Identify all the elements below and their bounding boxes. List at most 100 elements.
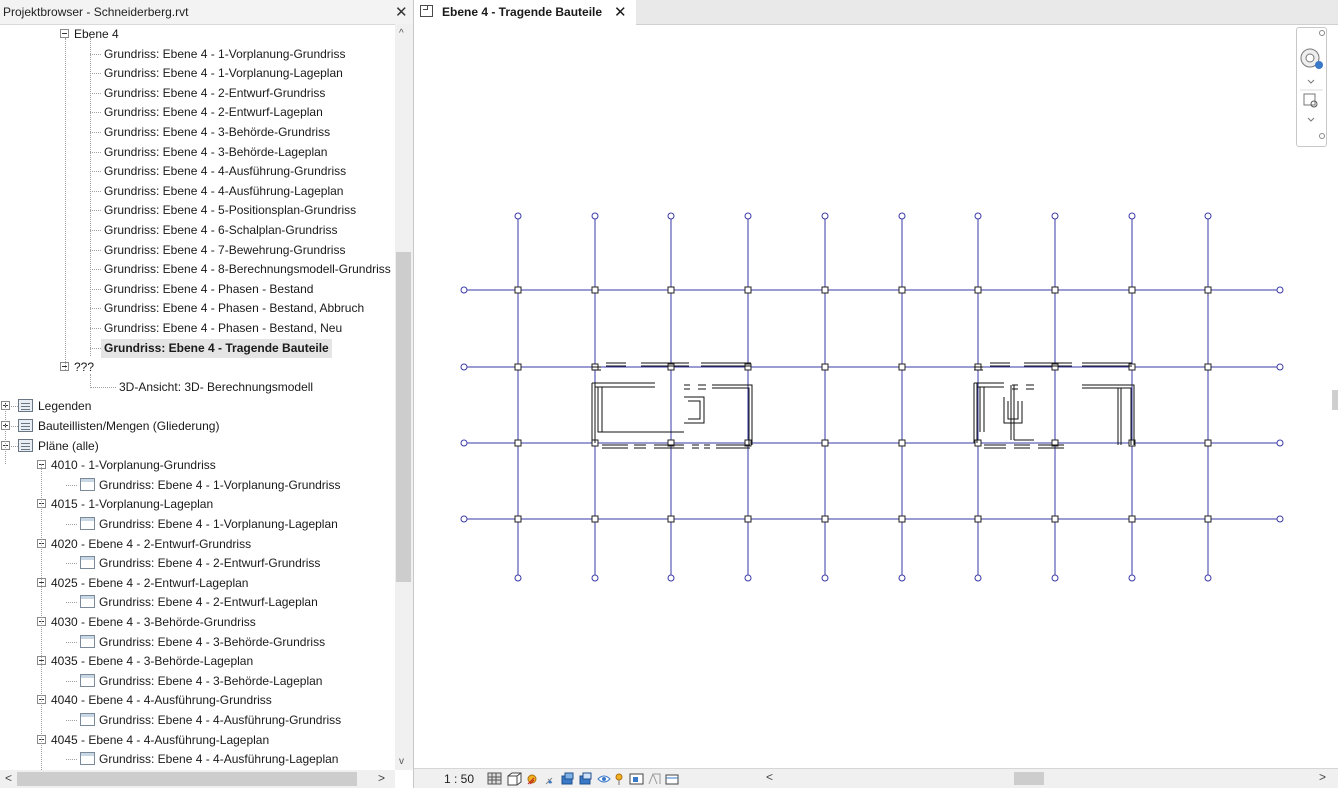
- wall[interactable]: [684, 396, 705, 424]
- grid-bubble[interactable]: [1051, 212, 1059, 220]
- tree-item[interactable]: Grundriss: Ebene 4 - Phasen - Bestand: [0, 280, 395, 299]
- tree-item[interactable]: Grundriss: Ebene 4 - 2-Entwurf-Grundriss: [0, 84, 395, 103]
- tree-item[interactable]: Grundriss: Ebene 4 - 4-Ausführung-Grundr…: [0, 711, 395, 730]
- tree-item[interactable]: Pläne (alle): [0, 437, 395, 456]
- crop-view-icon[interactable]: [561, 772, 574, 785]
- column[interactable]: [591, 286, 599, 294]
- grid-bubble[interactable]: [460, 439, 468, 447]
- canvas-horizontal-scroll-thumb[interactable]: [1014, 772, 1044, 785]
- grid-bubble[interactable]: [744, 574, 752, 582]
- wall[interactable]: [1082, 384, 1135, 445]
- wall[interactable]: [1003, 397, 1023, 424]
- status-scroll-left-icon[interactable]: <: [766, 770, 773, 784]
- tree-item[interactable]: 4025 - Ebene 4 - 2-Entwurf-Lageplan: [0, 574, 395, 593]
- tree-item[interactable]: Grundriss: Ebene 4 - 4-Ausführung-Lagepl…: [0, 750, 395, 769]
- scroll-right-icon[interactable]: >: [378, 771, 385, 785]
- column[interactable]: [898, 363, 906, 371]
- column[interactable]: [514, 515, 522, 523]
- wall[interactable]: [591, 382, 655, 443]
- grid-bubble[interactable]: [667, 574, 675, 582]
- grid-bubble[interactable]: [1051, 574, 1059, 582]
- grid-bubble[interactable]: [974, 574, 982, 582]
- column[interactable]: [1128, 286, 1136, 294]
- tree-item[interactable]: 4040 - Ebene 4 - 4-Ausführung-Grundriss: [0, 691, 395, 710]
- browser-horizontal-scrollbar[interactable]: < >: [0, 770, 395, 788]
- tree-item[interactable]: 4045 - Ebene 4 - 4-Ausführung-Lageplan: [0, 731, 395, 750]
- tree-item[interactable]: Grundriss: Ebene 4 - 1-Vorplanung-Grundr…: [0, 476, 395, 495]
- grid-bubble[interactable]: [1128, 212, 1136, 220]
- tree-item[interactable]: Grundriss: Ebene 4 - 1-Vorplanung-Lagepl…: [0, 515, 395, 534]
- column[interactable]: [1204, 363, 1212, 371]
- tree-item[interactable]: Grundriss: Ebene 4 - 2-Entwurf-Lageplan: [0, 103, 395, 122]
- grid-bubble[interactable]: [1276, 515, 1284, 523]
- wall[interactable]: [979, 387, 985, 432]
- grid-bubble[interactable]: [667, 212, 675, 220]
- tree-item[interactable]: 4030 - Ebene 4 - 3-Behörde-Grundriss: [0, 613, 395, 632]
- browser-vertical-scrollbar[interactable]: ^ v: [395, 24, 413, 770]
- canvas-vertical-scrollbar[interactable]: [1330, 25, 1338, 768]
- close-tab-button[interactable]: ✕: [614, 3, 627, 21]
- column[interactable]: [744, 286, 752, 294]
- column[interactable]: [667, 515, 675, 523]
- show-crop-icon[interactable]: [579, 772, 592, 785]
- grid-bubble[interactable]: [821, 574, 829, 582]
- tree-item[interactable]: Grundriss: Ebene 4 - 2-Entwurf-Lageplan: [0, 593, 395, 612]
- grid-bubble[interactable]: [1204, 212, 1212, 220]
- column[interactable]: [1051, 363, 1059, 371]
- grid-bubble[interactable]: [514, 212, 522, 220]
- highlight-displacement-icon[interactable]: [648, 772, 661, 785]
- tree-item[interactable]: Bauteillisten/Mengen (Gliederung): [0, 417, 395, 436]
- detail-level-icon[interactable]: [487, 772, 502, 785]
- column[interactable]: [1128, 363, 1136, 371]
- column[interactable]: [514, 439, 522, 447]
- tree-item[interactable]: Grundriss: Ebene 4 - 6-Schalplan-Grundri…: [0, 221, 395, 240]
- tree-item[interactable]: Ebene 4: [0, 25, 395, 44]
- column[interactable]: [898, 439, 906, 447]
- tree-item[interactable]: Grundriss: Ebene 4 - 7-Bewehrung-Grundri…: [0, 241, 395, 260]
- grid-bubble[interactable]: [744, 212, 752, 220]
- grid-bubble[interactable]: [898, 574, 906, 582]
- collapse-toggle-icon[interactable]: [60, 29, 69, 38]
- tree-item[interactable]: Grundriss: Ebene 4 - 1-Vorplanung-Lagepl…: [0, 64, 395, 83]
- column[interactable]: [821, 363, 829, 371]
- steering-wheel-icon[interactable]: [1300, 48, 1323, 69]
- wall[interactable]: [1012, 384, 1034, 390]
- wall[interactable]: [684, 384, 706, 390]
- grid-bubble[interactable]: [460, 515, 468, 523]
- scrollbar-thumb[interactable]: [1332, 390, 1338, 410]
- tree-item[interactable]: ???: [0, 358, 395, 377]
- column[interactable]: [1204, 439, 1212, 447]
- floor-plan-drawing[interactable]: [414, 25, 1338, 768]
- tree-item[interactable]: Grundriss: Ebene 4 - 3-Behörde-Grundriss: [0, 633, 395, 652]
- grid-bubble[interactable]: [1276, 439, 1284, 447]
- wall[interactable]: [712, 384, 753, 445]
- grid-bubble[interactable]: [591, 212, 599, 220]
- temporary-hide-icon[interactable]: [597, 775, 611, 783]
- tree-item[interactable]: Grundriss: Ebene 4 - 3-Behörde-Lageplan: [0, 672, 395, 691]
- tree-item[interactable]: Grundriss: Ebene 4 - 8-Berechnungsmodell…: [0, 260, 395, 279]
- grid-bubble[interactable]: [514, 574, 522, 582]
- tree-item[interactable]: Grundriss: Ebene 4 - 5-Positionsplan-Gru…: [0, 201, 395, 220]
- grid-bubble[interactable]: [1204, 574, 1212, 582]
- tree-item[interactable]: Grundriss: Ebene 4 - Phasen - Bestand, A…: [0, 299, 395, 318]
- grid-bubble[interactable]: [1276, 363, 1284, 371]
- column[interactable]: [667, 363, 675, 371]
- zoom-region-icon[interactable]: [1303, 93, 1318, 108]
- column[interactable]: [514, 286, 522, 294]
- tree-item[interactable]: Grundriss: Ebene 4 - Phasen - Bestand, N…: [0, 319, 395, 338]
- column[interactable]: [974, 286, 982, 294]
- tree-item[interactable]: Grundriss: Ebene 4 - 3-Behörde-Grundriss: [0, 123, 395, 142]
- grid-bubble[interactable]: [1276, 286, 1284, 294]
- column[interactable]: [667, 286, 675, 294]
- column[interactable]: [591, 515, 599, 523]
- column[interactable]: [974, 515, 982, 523]
- tree-item[interactable]: Grundriss: Ebene 4 - 2-Entwurf-Grundriss: [0, 554, 395, 573]
- grid-bubble[interactable]: [460, 286, 468, 294]
- column[interactable]: [1128, 515, 1136, 523]
- view-tab[interactable]: Ebene 4 - Tragende Bauteile ✕: [414, 0, 636, 25]
- column[interactable]: [744, 363, 752, 371]
- tree-item[interactable]: Grundriss: Ebene 4 - 4-Ausführung-Grundr…: [0, 162, 395, 181]
- close-browser-button[interactable]: ✕: [395, 3, 408, 21]
- scroll-down-icon[interactable]: v: [399, 756, 404, 767]
- shadows-icon[interactable]: [545, 777, 553, 785]
